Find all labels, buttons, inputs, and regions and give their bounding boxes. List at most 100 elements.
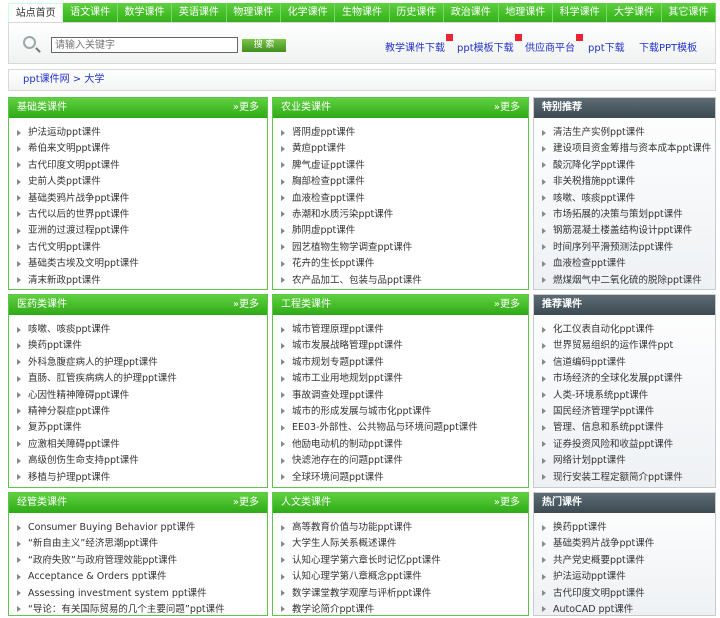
course-link[interactable]: 基础类古埃及文明ppt课件: [17, 256, 267, 272]
course-link[interactable]: 肺阴虚ppt课件: [281, 223, 528, 239]
nav-tab[interactable]: 其它课件: [662, 3, 717, 23]
course-link[interactable]: 国民经济管理学ppt课件: [542, 404, 715, 420]
course-link[interactable]: 血液检查ppt课件: [281, 191, 528, 207]
header-link-templates[interactable]: ppt模板下载: [457, 34, 522, 54]
nav-tab[interactable]: 政治课件: [444, 3, 499, 23]
course-link[interactable]: 证券投资风险和收益ppt课件: [542, 437, 715, 453]
course-link[interactable]: 认知心理学第八章概念ppt课件: [281, 569, 528, 585]
course-link[interactable]: “新自由主义”经济思潮ppt课件: [17, 536, 267, 552]
course-link[interactable]: 应激相关障碍ppt课件: [17, 437, 267, 453]
course-link[interactable]: 园艺植物生物学调查ppt课件: [281, 240, 528, 256]
nav-tab[interactable]: 英语课件: [172, 3, 227, 23]
nav-tab[interactable]: 科学课件: [553, 3, 608, 23]
course-link[interactable]: 古代印度文明ppt课件: [542, 586, 715, 602]
course-link[interactable]: 城市发展战略管理ppt课件: [281, 338, 528, 354]
course-link[interactable]: 世界贸易组织的运作课件ppt: [542, 338, 715, 354]
course-link[interactable]: 护法运动ppt课件: [542, 569, 715, 585]
course-link[interactable]: 快滤池存在的问题ppt课件: [281, 453, 528, 469]
course-link[interactable]: 信道编码ppt课件: [542, 355, 715, 371]
course-link[interactable]: 时间序列平滑预测法ppt课件: [542, 240, 715, 256]
course-link[interactable]: 换药ppt课件: [17, 338, 267, 354]
course-link[interactable]: 古代文明ppt课件: [17, 240, 267, 256]
search-button[interactable]: 搜 索: [242, 39, 286, 52]
nav-tab[interactable]: 化学课件: [281, 3, 336, 23]
course-link[interactable]: 基础类鸦片战争ppt课件: [17, 191, 267, 207]
course-link[interactable]: Assessing investment system ppt课件: [17, 586, 267, 602]
course-link[interactable]: 护法运动ppt课件: [17, 125, 267, 141]
course-link[interactable]: 心因性精神障碍ppt课件: [17, 388, 267, 404]
course-link[interactable]: 亚洲的过渡过程ppt课件: [17, 223, 267, 239]
course-link[interactable]: 血液检查ppt课件: [542, 256, 715, 272]
header-link-ppt-download[interactable]: ppt下载: [588, 39, 625, 54]
course-link[interactable]: 赤潮和水质污染ppt课件: [281, 207, 528, 223]
more-link[interactable]: »更多: [233, 493, 259, 513]
course-link[interactable]: 希伯来文明ppt课件: [17, 141, 267, 157]
course-link[interactable]: 现行安装工程定额简介ppt课件: [542, 470, 715, 486]
course-link[interactable]: 人类-环境系统ppt课件: [542, 388, 715, 404]
course-link[interactable]: 咳嗽、咳痰ppt课件: [17, 322, 267, 338]
course-link[interactable]: 共产党史概要ppt课件: [542, 553, 715, 569]
course-link[interactable]: 史前人类ppt课件: [17, 174, 267, 190]
course-link[interactable]: 钢筋混凝土楼盖结构设计ppt课件: [542, 223, 715, 239]
course-link[interactable]: 非关税措施ppt课件: [542, 174, 715, 190]
course-link[interactable]: 燃煤烟气中二氧化硫的脱除ppt课件: [542, 273, 715, 289]
course-link[interactable]: 复苏ppt课件: [17, 420, 267, 436]
course-link[interactable]: 花卉的生长ppt课件: [281, 256, 528, 272]
nav-tab[interactable]: 生物课件: [335, 3, 390, 23]
course-link[interactable]: 认知心理学第六章长时记忆ppt课件: [281, 553, 528, 569]
course-link[interactable]: 外科急腹症病人的护理ppt课件: [17, 355, 267, 371]
course-link[interactable]: 胸部检查ppt课件: [281, 174, 528, 190]
nav-tab[interactable]: 历史课件: [390, 3, 445, 23]
more-link[interactable]: »更多: [494, 493, 520, 513]
course-link[interactable]: 脾气虚证ppt课件: [281, 158, 528, 174]
course-link[interactable]: EE03-外部性、公共物品与环境问题ppt课件: [281, 420, 528, 436]
more-link[interactable]: »更多: [494, 98, 520, 118]
course-link[interactable]: 酸沉降化学ppt课件: [542, 158, 715, 174]
course-link[interactable]: 农产品加工、包装与品ppt课件: [281, 273, 528, 289]
course-link[interactable]: 城市规划专题ppt课件: [281, 355, 528, 371]
nav-tab[interactable]: 大学课件: [607, 3, 662, 23]
header-link-courseware[interactable]: 教学课件下载: [385, 34, 453, 54]
course-link[interactable]: 高级创伤生命支持ppt课件: [17, 453, 267, 469]
course-link[interactable]: 直肠、肛管疾病病人的护理ppt课件: [17, 371, 267, 387]
course-link[interactable]: 全球环境问题ppt课件: [281, 470, 528, 486]
course-link[interactable]: 城市工业用地规划ppt课件: [281, 371, 528, 387]
course-link[interactable]: 肾阴虚ppt课件: [281, 125, 528, 141]
course-link[interactable]: 数学课堂教学观摩与评析ppt课件: [281, 586, 528, 602]
more-link[interactable]: »更多: [494, 295, 520, 315]
course-link[interactable]: Consumer Buying Behavior ppt课件: [17, 520, 267, 536]
nav-tab[interactable]: 数学课件: [118, 3, 173, 23]
course-link[interactable]: 古代以后的世界ppt课件: [17, 207, 267, 223]
course-link[interactable]: “政府失败”与政府管理效能ppt课件: [17, 553, 267, 569]
course-link[interactable]: 古代印度文明ppt课件: [17, 158, 267, 174]
course-link[interactable]: 市场经济的全球化发展ppt课件: [542, 371, 715, 387]
course-link[interactable]: 换药ppt课件: [542, 520, 715, 536]
course-link[interactable]: 高等教育价值与功能ppt课件: [281, 520, 528, 536]
course-link[interactable]: 建设项目资金筹措与资本成本ppt课件: [542, 141, 715, 157]
course-link[interactable]: 市场拓展的决策与策划ppt课件: [542, 207, 715, 223]
course-link[interactable]: 事故调查处理ppt课件: [281, 388, 528, 404]
course-link[interactable]: 黄疸ppt课件: [281, 141, 528, 157]
course-link[interactable]: Acceptance & Orders ppt课件: [17, 569, 267, 585]
course-link[interactable]: 管理、信息和系统ppt课件: [542, 420, 715, 436]
nav-tab[interactable]: 地理课件: [499, 3, 553, 23]
course-link[interactable]: 他励电动机的制动ppt课件: [281, 437, 528, 453]
nav-tab[interactable]: 站点首页: [8, 3, 64, 24]
course-link[interactable]: 化工仪表自动化ppt课件: [542, 322, 715, 338]
course-link[interactable]: 基础类鸦片战争ppt课件: [542, 536, 715, 552]
course-link[interactable]: 咳嗽、咳痰ppt课件: [542, 191, 715, 207]
course-link[interactable]: 移植与护理ppt课件: [17, 470, 267, 486]
more-link[interactable]: »更多: [233, 98, 259, 118]
more-link[interactable]: »更多: [233, 295, 259, 315]
breadcrumb[interactable]: ppt课件网 > 大学: [8, 69, 716, 91]
course-link[interactable]: 城市管理原理ppt课件: [281, 322, 528, 338]
header-link-download-ppt-templates[interactable]: 下载PPT模板: [639, 39, 697, 54]
nav-tab[interactable]: 物理课件: [227, 3, 281, 23]
search-input[interactable]: [51, 37, 238, 53]
course-link[interactable]: 精神分裂症ppt课件: [17, 404, 267, 420]
nav-tab[interactable]: 语文课件: [63, 3, 118, 23]
course-link[interactable]: 清洁生产实例ppt课件: [542, 125, 715, 141]
course-link[interactable]: 大学生人际关系概述课件: [281, 536, 528, 552]
course-link[interactable]: 清末新政ppt课件: [17, 273, 267, 289]
header-link-suppliers[interactable]: 供应商平台: [525, 34, 583, 54]
